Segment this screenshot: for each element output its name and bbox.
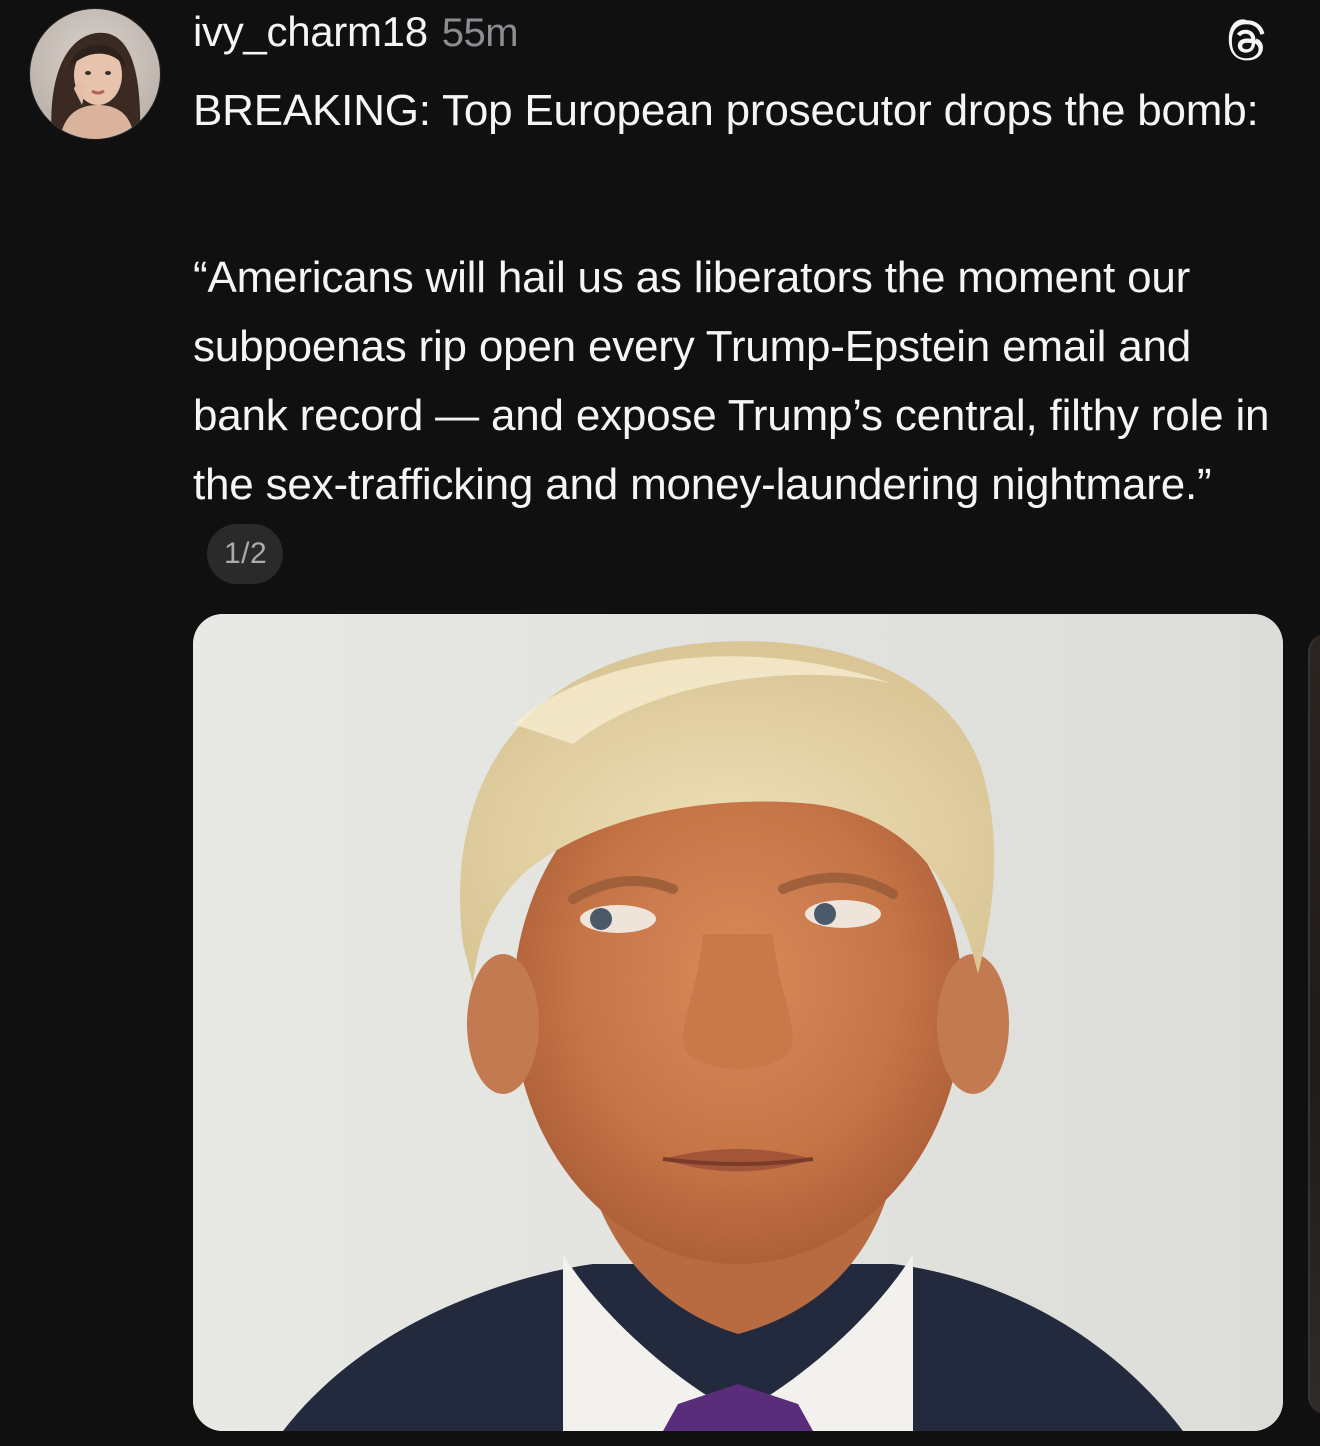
author-username[interactable]: ivy_charm18	[193, 8, 428, 56]
post-media-photo[interactable]	[193, 614, 1283, 1431]
author-avatar[interactable]	[30, 9, 160, 139]
threads-logo-icon[interactable]	[1222, 17, 1272, 67]
next-carousel-photo-peek[interactable]	[1308, 634, 1320, 1414]
media-page-indicator: 1/2	[207, 524, 284, 584]
threads-post: ivy_charm18 55m BREAKING: Top European p…	[0, 0, 1320, 1446]
post-text-paragraph-1: BREAKING: Top European prosecutor drops …	[193, 86, 1259, 135]
portrait-photo	[193, 614, 1283, 1431]
post-timestamp: 55m	[441, 11, 519, 55]
post-header: ivy_charm18 55m	[193, 8, 519, 64]
post-text-quote: “Americans will hail us as liberators th…	[193, 253, 1270, 509]
post-text-paragraph-2: “Americans will hail us as liberators th…	[193, 243, 1293, 588]
avatar-image	[30, 9, 160, 139]
